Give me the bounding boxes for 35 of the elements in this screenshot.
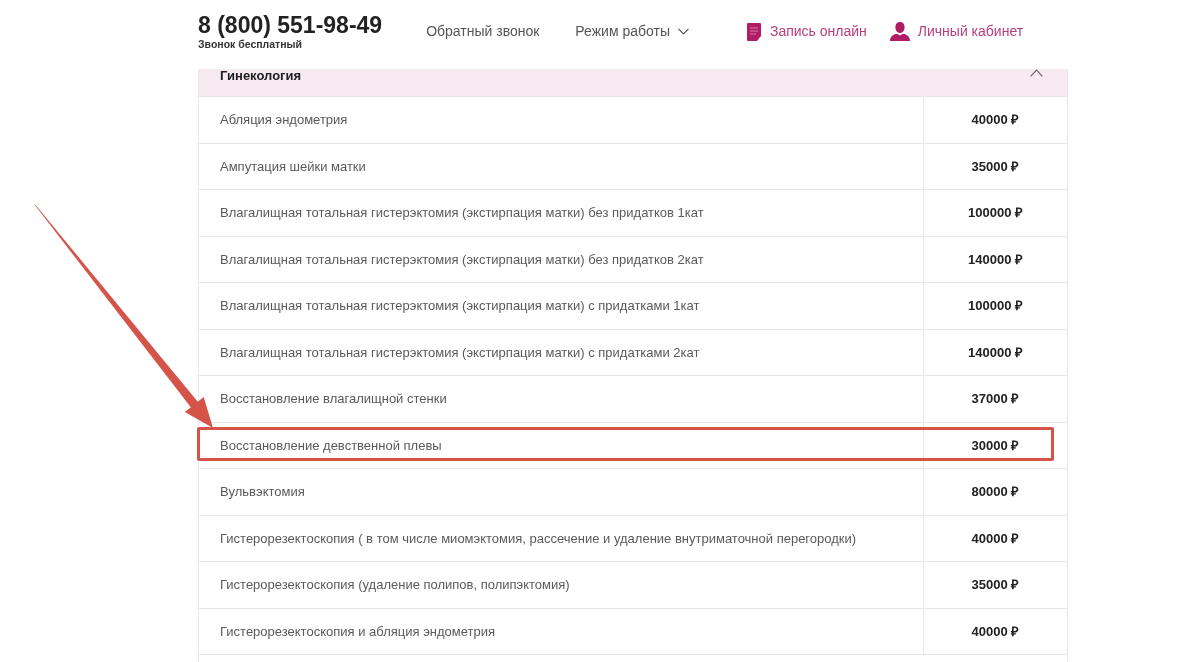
service-name: Гистерорезектоскопия и абляция эндометрия <box>219 622 496 641</box>
phone-number[interactable]: 8 (800) 551-98-49 <box>198 12 383 38</box>
callback-link[interactable]: Обратный звонок <box>426 21 540 42</box>
price: 40000 ₽ <box>923 97 1067 143</box>
service-name: Гистерорезектоскопия ( в том числе миомэктомия, рассечение и удаление внутриматочной перегородки) <box>219 529 858 548</box>
service-name: Восстановление влагалищной стенки <box>219 390 448 408</box>
service-name: Влагалищная тотальная гистерэктомия (экстирпация матки) с придатками 1кат <box>219 297 701 315</box>
service-name: Восстановление девственной плевы <box>219 436 443 455</box>
price: 35000 ₽ <box>923 143 1067 189</box>
price: 80000 ₽ <box>923 469 1067 515</box>
chevron-down-icon <box>677 28 689 35</box>
price: 40000 ₽ <box>923 515 1067 561</box>
chevron-up-icon[interactable] <box>1030 69 1043 77</box>
service-name: Абляция эндометрия <box>219 111 349 129</box>
service-name: Вульвэктомия <box>219 483 306 501</box>
price: 40000 ₽ <box>923 608 1067 654</box>
section-title: Гинекология <box>220 69 302 82</box>
price: 100000 ₽ <box>923 190 1067 236</box>
phone-note: Звонок бесплатный <box>198 37 304 51</box>
price: 140000 ₽ <box>923 236 1067 282</box>
service-name: Влагалищная тотальная гистерэктомия (экстирпация матки) с придатками 2кат <box>219 343 701 362</box>
service-name: Влагалищная тотальная гистерэктомия (экстирпация матки) без придатков 2кат <box>219 250 705 269</box>
price: 30000 ₽ <box>923 422 1067 468</box>
work-hours-dropdown[interactable]: Режим работы <box>575 21 689 42</box>
document-icon <box>746 22 761 41</box>
service-name: Гистерорезектоскопия (удаление полипов, полипэктомия) <box>219 576 571 594</box>
account-link[interactable]: Личный кабинет <box>889 21 1024 42</box>
online-booking-link[interactable]: Запись онлайн <box>746 21 867 42</box>
price: 100000 ₽ <box>923 283 1067 329</box>
service-name: Влагалищная тотальная гистерэктомия (экстирпация матки) без придатков 1кат <box>219 204 705 222</box>
price: 140000 ₽ <box>923 329 1067 375</box>
price: 37000 ₽ <box>923 376 1067 422</box>
service-name: Ампутация шейки матки <box>219 157 367 176</box>
user-icon <box>889 22 910 41</box>
price: 35000 ₽ <box>923 562 1067 608</box>
